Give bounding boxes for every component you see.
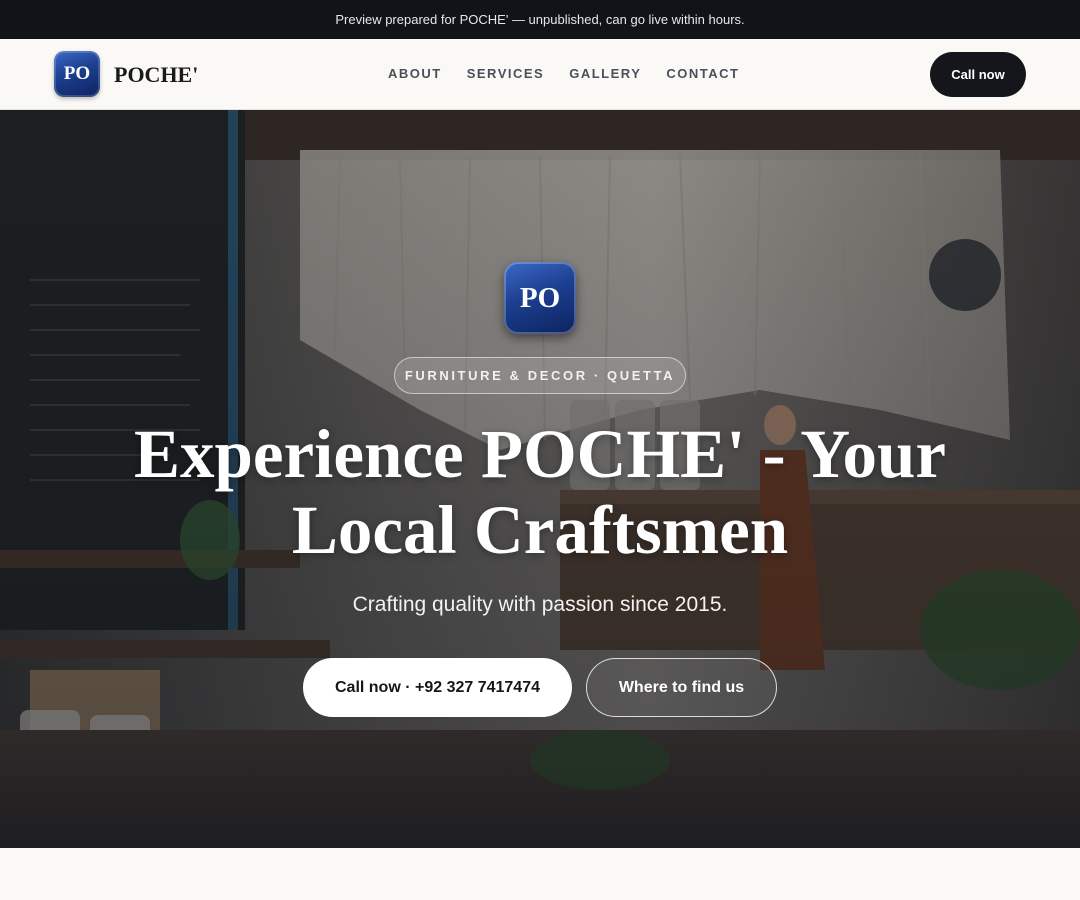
preview-banner: Preview prepared for POCHE' — unpublishe…: [0, 0, 1080, 39]
hero-where-to-find-us-button[interactable]: Where to find us: [586, 658, 777, 717]
hero-call-now-button[interactable]: Call now · +92 327 7417474: [303, 658, 572, 717]
hero-section: PO FURNITURE & DECOR · QUETTA Experience…: [0, 110, 1080, 848]
header-call-now-button[interactable]: Call now: [930, 52, 1026, 97]
nav-link-services[interactable]: SERVICES: [467, 65, 545, 83]
nav-link-contact[interactable]: CONTACT: [666, 65, 739, 83]
preview-banner-text: Preview prepared for POCHE' — unpublishe…: [335, 12, 745, 27]
hero-logo-badge: PO: [504, 262, 576, 334]
site-header: PO POCHE' ABOUT SERVICES GALLERY CONTACT…: [0, 39, 1080, 110]
nav-link-about[interactable]: ABOUT: [388, 65, 442, 83]
main-nav: ABOUT SERVICES GALLERY CONTACT: [388, 65, 764, 83]
hero-category-tag: FURNITURE & DECOR · QUETTA: [394, 357, 686, 394]
nav-link-gallery[interactable]: GALLERY: [569, 65, 641, 83]
brand-logo-badge[interactable]: PO: [54, 51, 100, 97]
hero-subtitle: Crafting quality with passion since 2015…: [352, 593, 728, 616]
brand-name[interactable]: POCHE': [114, 61, 198, 89]
hero-title: Experience POCHE' - Your Local Craftsmen: [134, 416, 946, 568]
